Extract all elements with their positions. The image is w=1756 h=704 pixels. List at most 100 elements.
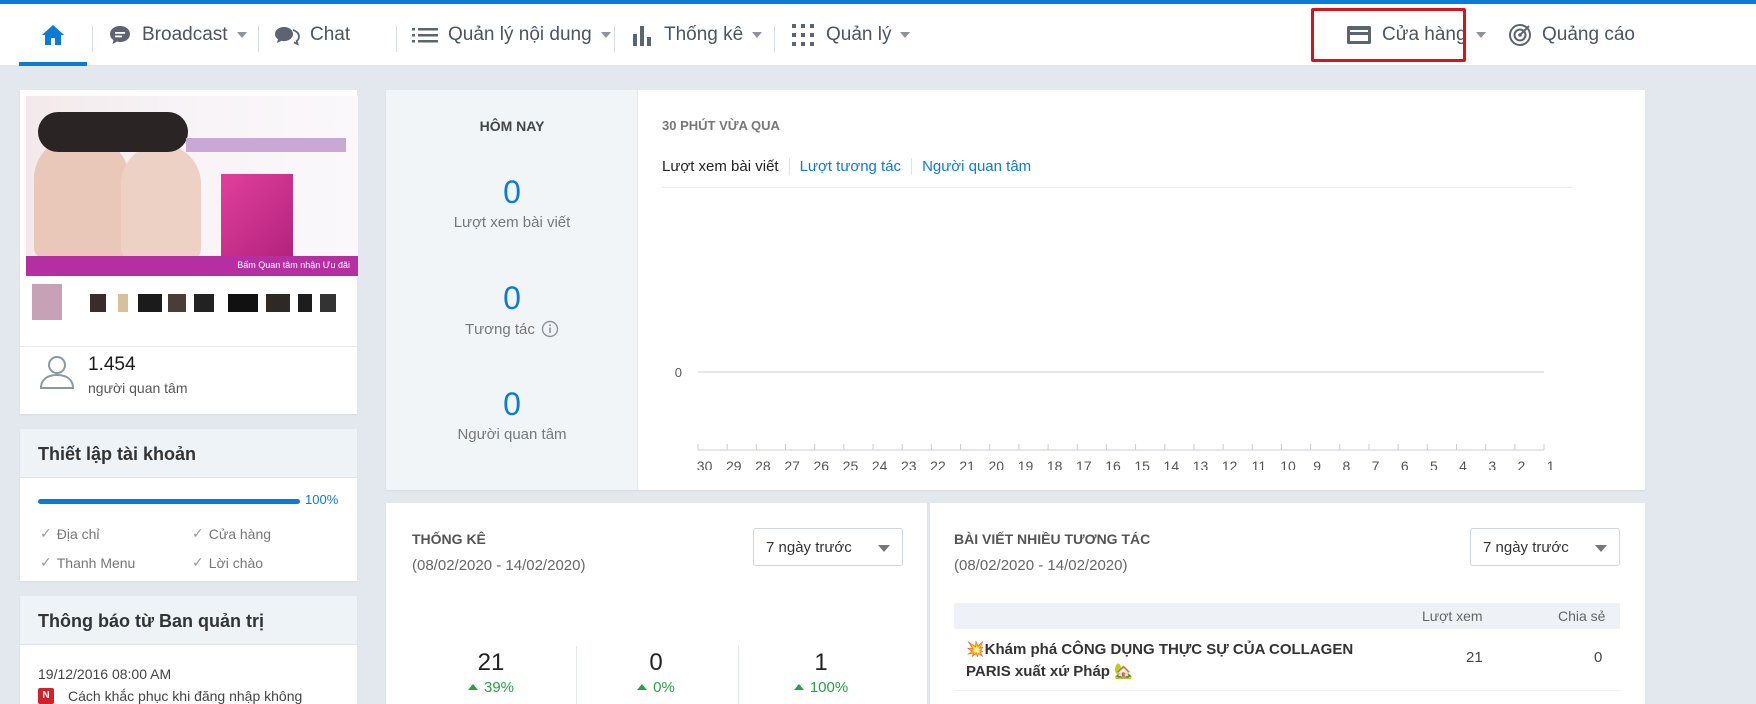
nav-broadcast-label: Broadcast <box>142 24 228 45</box>
top-posts-table-header: Lượt xem Chia sẻ <box>954 603 1620 629</box>
x-tick-label: 16 <box>1105 458 1121 470</box>
top-posts-title: BÀI VIẾT NHIỀU TƯƠNG TÁC <box>954 531 1151 547</box>
x-tick-label: 9 <box>1313 458 1321 470</box>
tab-followers[interactable]: Người quan tâm <box>922 158 1041 175</box>
x-tick-label: 5 <box>1430 458 1438 470</box>
stats-period-select[interactable]: 7 ngày trước <box>753 528 903 566</box>
top-navigation: Broadcast Chat Quản lý nội dung Thống kê <box>0 0 1756 66</box>
post-shares: 0 <box>1594 649 1603 666</box>
column-views: Lượt xem <box>1422 608 1483 624</box>
stat-separator <box>576 646 577 704</box>
setup-item-address[interactable]: ✓ Địa chỉ <box>40 525 100 542</box>
nav-statistics[interactable]: Thống kê <box>632 4 763 66</box>
setup-item-store[interactable]: ✓ Cửa hàng <box>192 525 271 542</box>
x-tick-label: 23 <box>901 458 917 470</box>
profile-card: Bấm Quan tâm nhận Ưu đãi 1.454 người qua… <box>20 90 358 414</box>
post-title-link[interactable]: 💥Khám phá CÔNG DỤNG THỰC SỰ CỦA COLLAGEN… <box>966 639 1356 683</box>
stats-range: (08/02/2020 - 14/02/2020) <box>412 557 586 574</box>
arrow-up-icon <box>637 684 648 690</box>
cover-caption: Bấm Quan tâm nhận Ưu đãi <box>26 256 358 276</box>
x-tick-label: 20 <box>989 458 1005 470</box>
nav-broadcast[interactable]: Broadcast <box>108 4 247 66</box>
x-tick-label: 4 <box>1459 458 1467 470</box>
nav-home-tab[interactable] <box>19 4 87 66</box>
y-tick-label: 0 <box>675 365 682 380</box>
chevron-down-icon <box>236 32 247 38</box>
nav-statistics-label: Thống kê <box>664 24 744 45</box>
stat-change: 100% <box>751 679 891 696</box>
chevron-down-icon <box>1595 545 1607 552</box>
x-tick-label: 24 <box>872 458 888 470</box>
realtime-analytics-card: HÔM NAY 0 Lượt xem bài viết 0 Tương tác … <box>386 90 1645 490</box>
nav-ads[interactable]: Quảng cáo <box>1508 4 1635 66</box>
stats-title: THỐNG KÊ <box>412 531 486 547</box>
x-tick-label: 21 <box>959 458 975 470</box>
today-post-views-label: Lượt xem bài viết <box>453 214 571 231</box>
x-tick-label: 2 <box>1518 458 1526 470</box>
line-chart: 030 29 28 27 26 25 24 23 22 21 20 19 18 17 16 15 14 13 12 1… <box>675 365 1555 470</box>
tab-post-views[interactable]: Lượt xem bài viết <box>662 158 790 175</box>
setup-item-greeting[interactable]: ✓ Lời chào <box>192 554 263 571</box>
today-panel: HÔM NAY 0 Lượt xem bài viết 0 Tương tác … <box>386 90 638 490</box>
today-post-views-value: 0 <box>503 174 521 210</box>
nav-separator <box>774 26 775 52</box>
stat-change: 39% <box>421 679 561 696</box>
nav-chat-label: Chat <box>310 24 351 45</box>
column-shares: Chia sẻ <box>1558 608 1606 624</box>
broadcast-icon <box>110 26 130 44</box>
check-icon: ✓ <box>192 554 204 570</box>
tabs-divider <box>662 187 1572 188</box>
setup-item-menu[interactable]: ✓ Thanh Menu <box>40 554 135 571</box>
new-badge-icon: N <box>38 688 54 704</box>
setup-progress-percent: 100% <box>305 492 339 507</box>
stat-value: 0 <box>649 649 663 676</box>
x-tick-label: 18 <box>1047 458 1063 470</box>
x-tick-label: 12 <box>1222 458 1238 470</box>
arrow-up-icon <box>467 684 478 690</box>
today-title: HÔM NAY <box>479 118 545 134</box>
recent-30min-title: 30 PHÚT VỪA QUA <box>662 118 780 133</box>
top-posts-range: (08/02/2020 - 14/02/2020) <box>954 557 1128 574</box>
page-name-pixelated <box>32 282 342 322</box>
check-icon: ✓ <box>192 525 204 541</box>
x-tick-label: 11 <box>1252 458 1267 470</box>
nav-separator <box>396 26 397 52</box>
x-tick-label: 17 <box>1076 458 1092 470</box>
top-posts-period-select[interactable]: 7 ngày trước <box>1470 528 1620 566</box>
x-tick-label: 29 <box>726 458 742 470</box>
store-highlight-box <box>1311 8 1466 62</box>
x-tick-label: 30 <box>697 458 713 470</box>
nav-management[interactable]: Quản lý <box>792 4 911 66</box>
nav-chat[interactable]: Chat <box>274 4 350 66</box>
x-tick-label: 7 <box>1372 458 1380 470</box>
stat-value: 21 <box>477 649 505 676</box>
x-tick-label: 14 <box>1164 458 1180 470</box>
table-row[interactable]: 💥Khám phá CÔNG DỤNG THỰC SỰ CỦA COLLAGEN… <box>954 629 1620 691</box>
chevron-down-icon <box>1475 32 1486 38</box>
top-posts-card: BÀI VIẾT NHIỀU TƯƠNG TÁC (08/02/2020 - 1… <box>930 503 1645 704</box>
nav-separator <box>258 26 259 52</box>
nav-content-management[interactable]: Quản lý nội dung <box>412 4 611 66</box>
nav-separator <box>614 26 615 52</box>
admin-notices-card: Thông báo từ Ban quản trị 19/12/2016 08:… <box>20 596 357 704</box>
info-icon[interactable] <box>541 320 559 338</box>
tab-interactions[interactable]: Lượt tương tác <box>800 158 913 175</box>
person-icon <box>39 356 75 389</box>
stats-card: THỐNG KÊ (08/02/2020 - 14/02/2020) 7 ngà… <box>386 503 927 704</box>
grid-icon <box>792 24 814 46</box>
chevron-down-icon <box>600 32 611 38</box>
x-tick-label: 27 <box>784 458 800 470</box>
home-icon <box>42 25 64 45</box>
x-tick-label: 8 <box>1342 458 1350 470</box>
post-views: 21 <box>1466 649 1483 666</box>
setup-progress-bar <box>38 499 300 504</box>
notice-link[interactable]: Cách khắc phục khi đăng nhập không <box>68 688 302 704</box>
x-tick-label: 22 <box>930 458 946 470</box>
x-tick-label: 1 <box>1547 458 1555 470</box>
today-followers-value: 0 <box>503 386 521 422</box>
bar-chart-icon <box>633 26 651 46</box>
stat-change: 0% <box>586 679 726 696</box>
followers-label: người quan tâm <box>88 380 188 396</box>
cover-image: Bấm Quan tâm nhận Ưu đãi <box>26 96 358 276</box>
today-interactions-label: Tương tác <box>386 320 638 338</box>
